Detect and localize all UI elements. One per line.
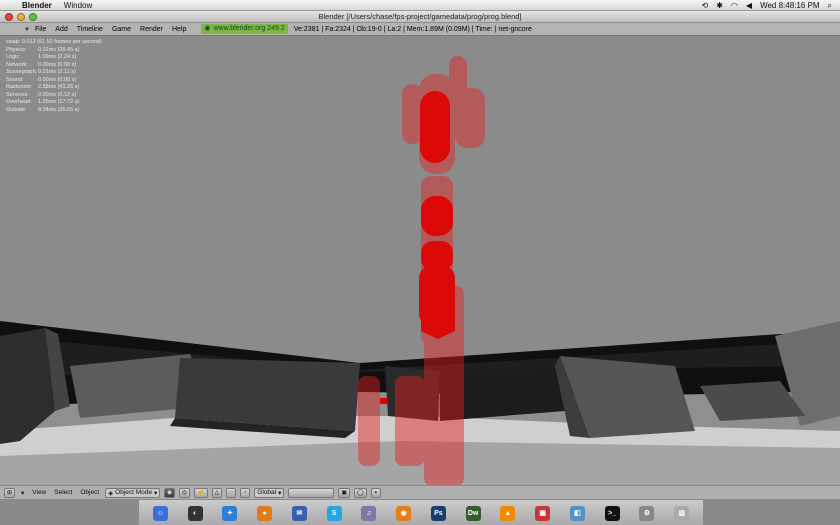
mode-label: Object Mode (115, 489, 153, 496)
dreamweaver-icon[interactable]: Dw (465, 505, 481, 521)
translate-icon[interactable]: △ (211, 487, 223, 498)
dashboard-icon[interactable]: ◐ (187, 505, 203, 521)
editor-type-icon[interactable]: ⊞ (4, 487, 16, 498)
bluetooth-icon[interactable]: ✱ (716, 0, 723, 11)
menu-select[interactable]: Select (52, 489, 74, 496)
game-viewport[interactable]: swap: 0.013 (61.52 frames per second) Ph… (0, 36, 840, 485)
profile-header: swap: 0.013 (61.52 frames per second) (6, 39, 102, 45)
wifi-icon[interactable]: ◠ (731, 0, 738, 11)
draw-type-icon[interactable]: ◆ (164, 487, 175, 498)
header-collapse-icon[interactable]: ▼ (24, 27, 30, 33)
menu-game[interactable]: Game (112, 26, 131, 33)
orientation-select[interactable]: Global ▾ (254, 487, 285, 498)
system-prefs-icon[interactable]: ⚙ (639, 505, 655, 521)
zoom-button[interactable] (29, 13, 37, 21)
window-controls (5, 13, 37, 21)
menu-add[interactable]: Add (55, 26, 67, 33)
profile-row: Outside: 8.34ms (26.65 s) (6, 106, 80, 113)
menu-app-name[interactable]: Blender (22, 0, 52, 11)
orientation-label: Global (257, 489, 277, 496)
preview-icon[interactable]: ◧ (569, 505, 585, 521)
menubar-status-area: ⟲ ✱ ◠ ◀ Wed 8:48:16 PM ⌕ (702, 0, 832, 11)
blender-info-header: ▼ File Add Timeline Game Render Help ◉ w… (0, 23, 840, 36)
header-collapse-icon[interactable]: ▾ (19, 489, 26, 497)
spotlight-icon[interactable]: ⌕ (828, 0, 832, 11)
thunderbird-icon[interactable]: ✉ (291, 505, 307, 521)
volume-icon[interactable]: ◀ (746, 0, 752, 11)
blender-logo-icon: ◉ (204, 25, 211, 32)
blender-url-text: www.blender.org 249.2 (213, 25, 285, 32)
pivot-icon[interactable]: ◎ (178, 487, 191, 498)
lock-icon[interactable]: ▣ (338, 487, 350, 498)
menu-object[interactable]: Object (78, 489, 101, 496)
firefox-icon[interactable]: ● (257, 505, 273, 521)
menu-timeline[interactable]: Timeline (77, 26, 103, 33)
blender-logo-url[interactable]: ◉ www.blender.org 249.2 (201, 24, 288, 34)
profile-row: Network: 0.00ms (0.00 s) (6, 61, 77, 68)
profile-row: Services: 0.00ms (0.12 s) (6, 91, 77, 98)
menubar-clock[interactable]: Wed 8:48:16 PM (760, 0, 819, 11)
rotate-icon[interactable]: ◌ (226, 487, 237, 498)
chevron-down-icon: ▾ (278, 489, 282, 497)
profile-row: Scenegraph: 0.01ms (2.11 s) (6, 69, 76, 75)
safari-icon[interactable]: ✦ (222, 505, 238, 521)
menu-window[interactable]: Window (64, 0, 92, 11)
menu-view[interactable]: View (30, 489, 48, 496)
render-icon[interactable]: ▪ (370, 487, 381, 498)
profile-row: Logic: 1.99ms (2.24 s) (6, 54, 77, 60)
profile-overlay: swap: 0.013 (61.52 frames per second) Ph… (6, 39, 102, 114)
skype-icon[interactable]: S (326, 505, 342, 521)
close-button[interactable] (5, 13, 13, 21)
profile-row: Rasterizer: 2.58ms (41.26 s) (6, 84, 80, 90)
minimize-button[interactable] (17, 13, 25, 21)
trash-icon[interactable]: ▥ (674, 505, 690, 521)
vlc-icon[interactable]: ▲ (500, 505, 516, 521)
time-machine-icon[interactable]: ⟲ (702, 0, 709, 11)
chevron-down-icon: ▾ (154, 489, 158, 497)
game-scene (0, 36, 840, 485)
scale-icon[interactable]: ▫ (240, 487, 251, 498)
manipulator-toggle-icon[interactable]: ☝ (194, 487, 208, 498)
mac-menubar: Blender Window ⟲ ✱ ◠ ◀ Wed 8:48:16 PM ⌕ (0, 0, 840, 11)
terminal-icon[interactable]: >_ (604, 505, 620, 521)
blender-icon[interactable]: ◉ (396, 505, 412, 521)
blender-window: Blender [/Users/chase/fps-project/gameda… (0, 11, 840, 499)
finder-icon[interactable]: ☺ (152, 505, 168, 521)
menu-help[interactable]: Help (172, 26, 186, 33)
object-mode-icon: ◈ (108, 489, 114, 497)
window-title: Blender [/Users/chase/fps-project/gameda… (318, 12, 522, 21)
profile-row: Overhead: 1.55ms (17.72 s) (6, 99, 80, 105)
menu-file[interactable]: File (35, 26, 46, 33)
proportional-edit-icon[interactable]: ◯ (354, 487, 367, 498)
scene-stats: Ve:2381 | Fa:2324 | Ob:19-0 | La:2 | Mem… (293, 25, 532, 33)
window-titlebar[interactable]: Blender [/Users/chase/fps-project/gameda… (0, 11, 840, 23)
photoshop-icon[interactable]: Ps (430, 505, 446, 521)
calendar-icon[interactable]: ▦ (535, 505, 551, 521)
view3d-header: ⊞ ▾ View Select Object ◈ Object Mode ▾ ◆… (0, 485, 840, 499)
profile-row: Physics: 0.02ms (28.45 s) (6, 46, 80, 53)
itunes-icon[interactable]: ♫ (361, 505, 377, 521)
profile-row: Sound: 0.00ms (0.00 s) (6, 76, 77, 83)
mode-select[interactable]: ◈ Object Mode ▾ (105, 487, 161, 498)
mac-dock: ☺ ◐ ✦ ● ✉ S ♫ ◉ Ps Dw ▲ ▦ ◧ >_ ⚙ ▥ (139, 500, 703, 525)
menu-render[interactable]: Render (140, 26, 163, 33)
layer-buttons[interactable] (288, 487, 335, 498)
